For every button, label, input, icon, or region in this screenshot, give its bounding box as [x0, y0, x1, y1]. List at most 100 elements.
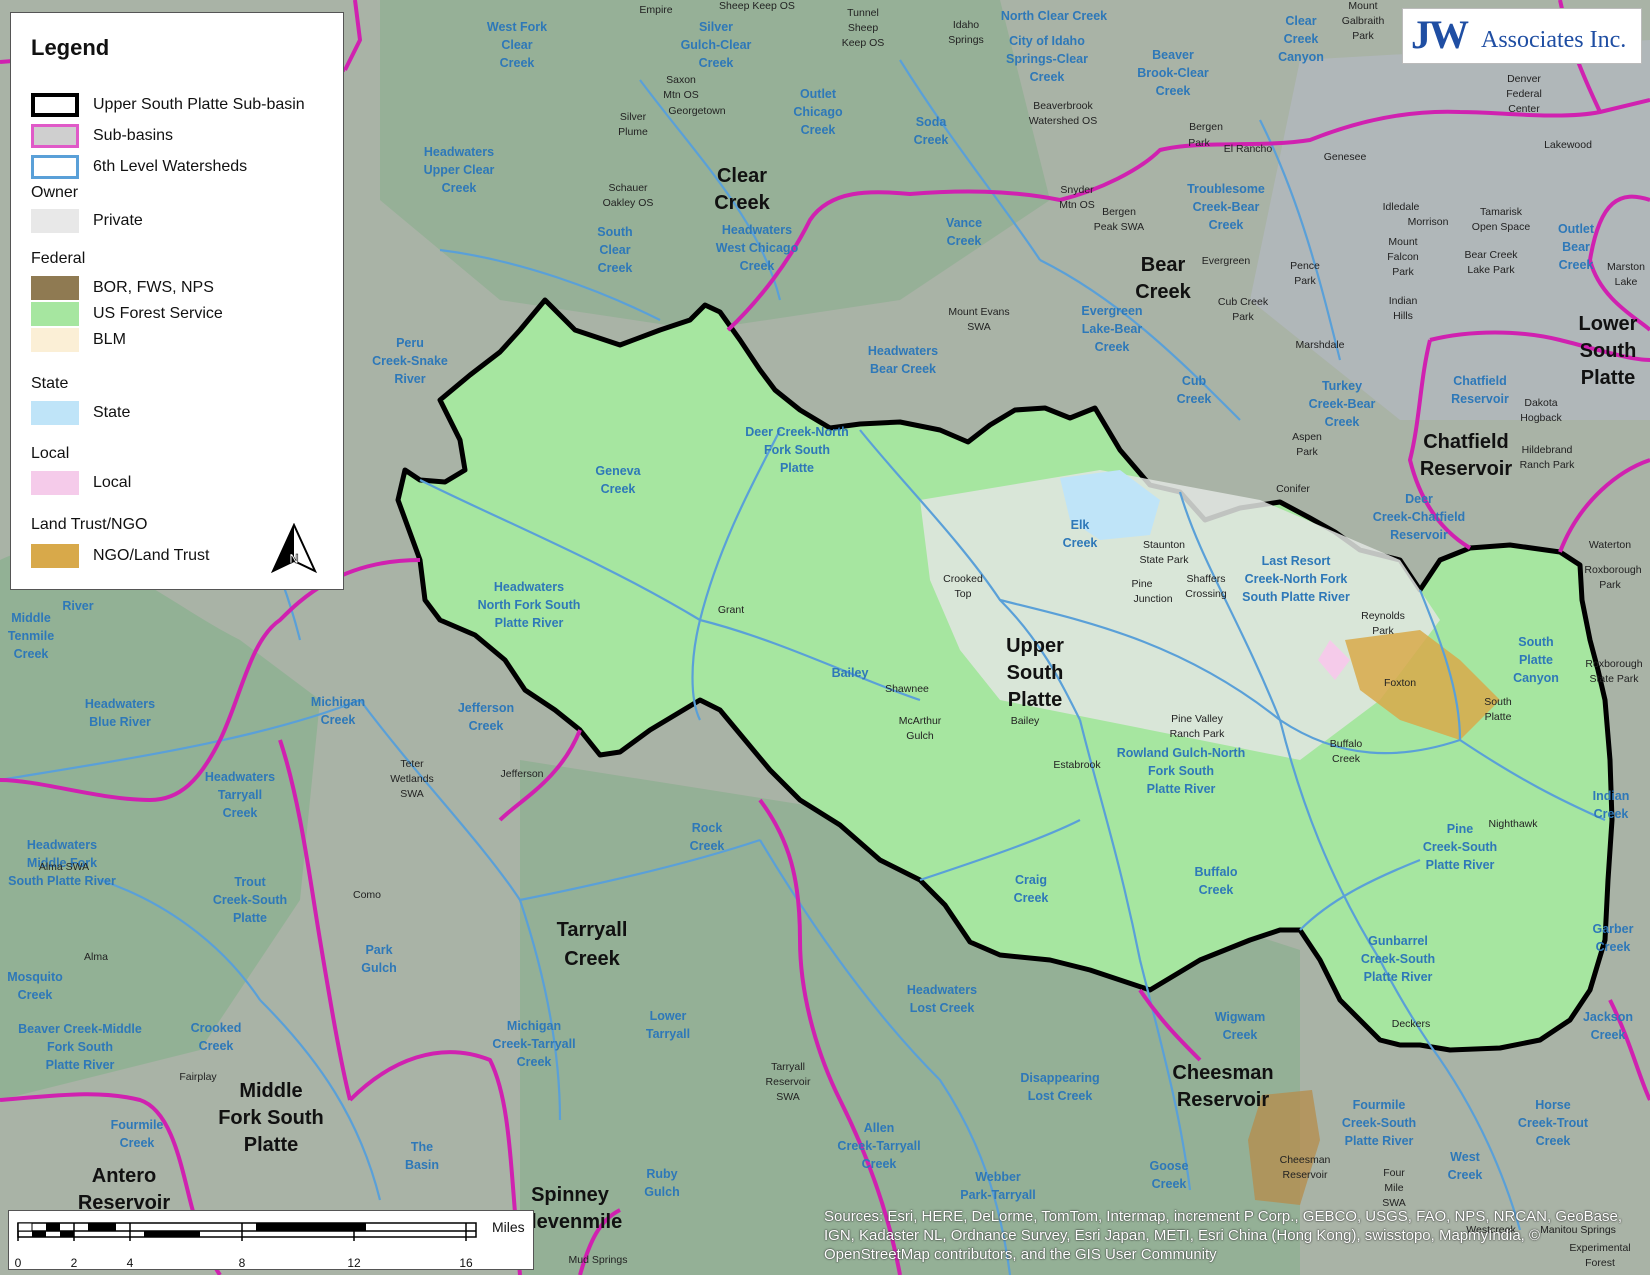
legend-panel: Legend Upper South Platte Sub-basin Sub-… [10, 12, 344, 590]
legend-heading-ngo: Land Trust/NGO [31, 516, 148, 533]
subbasin-label: Chatfield [1423, 431, 1509, 453]
place-label: Marshdale [1295, 339, 1344, 351]
watershed-label: Headwaters [27, 838, 97, 852]
watershed-label: Creek [1594, 807, 1629, 821]
watershed-label: Platte [780, 461, 814, 475]
place-label: Waterton [1589, 539, 1631, 551]
place-label: Park [1188, 137, 1210, 149]
watershed-label: River [62, 599, 93, 613]
watershed-label: Creek-North Fork [1245, 572, 1348, 586]
scale-bar: 0 2 4 8 12 16 Miles [8, 1210, 534, 1270]
place-label: Staunton [1143, 539, 1185, 551]
watershed-label: Chatfield [1453, 374, 1506, 388]
place-label: Como [353, 889, 381, 901]
subbasin-label: Lower [1579, 313, 1638, 335]
watershed-label: South Platte River [1242, 590, 1350, 604]
watershed-label: Platte River [1345, 1134, 1414, 1148]
legend-label-usfs: US Forest Service [93, 305, 223, 322]
watershed-label: Elk [1071, 518, 1090, 532]
place-label: Sheep [848, 22, 879, 34]
place-label: Peak SWA [1094, 221, 1144, 233]
watershed-label: Canyon [1278, 50, 1324, 64]
watershed-label: Fourmile [1353, 1098, 1406, 1112]
legend-label-state: State [93, 404, 131, 421]
watershed-label: Creek [442, 181, 477, 195]
legend-label-study-area: Upper South Platte Sub-basin [93, 96, 305, 113]
place-label: Tarryall [771, 1061, 805, 1073]
watershed-label: Park [365, 943, 392, 957]
watershed-label: Jefferson [458, 701, 514, 715]
watershed-label: Horse [1535, 1098, 1570, 1112]
watershed-label: Creek [1325, 415, 1360, 429]
watershed-label: Webber [975, 1170, 1021, 1184]
subbasin-label: Creek [1135, 281, 1191, 303]
legend-label-bor: BOR, FWS, NPS [93, 279, 214, 296]
place-label: State Park [1139, 554, 1189, 566]
watershed-label: Fork South [1148, 764, 1214, 778]
subbasin-label: Clear [717, 165, 767, 187]
watershed-label: Creek-Tarryall [837, 1139, 920, 1153]
legend-item-usfs: US Forest Service [31, 302, 223, 326]
watershed-label: Bear Creek [870, 362, 936, 376]
place-label: Empire [639, 4, 672, 16]
legend-swatch-watersheds [31, 155, 79, 179]
place-label: Junction [1133, 593, 1172, 605]
watershed-label: Fork South [47, 1040, 113, 1054]
place-label: Lake [1615, 276, 1638, 288]
watershed-label: Headwaters [494, 580, 564, 594]
watershed-label: Headwaters [85, 697, 155, 711]
subbasin-label: South [1007, 662, 1064, 684]
watershed-label: Creek [517, 1055, 552, 1069]
watershed-label: Creek [1199, 883, 1234, 897]
legend-item-local: Local [31, 471, 131, 495]
watershed-label: Michigan [507, 1019, 561, 1033]
legend-label-watersheds: 6th Level Watersheds [93, 158, 248, 175]
subbasin-label: Cheesman [1172, 1062, 1273, 1084]
watershed-label: Creek [18, 988, 53, 1002]
watershed-label: Creek [469, 719, 504, 733]
place-label: Plume [618, 126, 648, 138]
watershed-label: Gulch [644, 1185, 679, 1199]
place-label: Grant [718, 604, 744, 616]
subbasin-label: Creek [714, 192, 770, 214]
watershed-label: Crooked [191, 1021, 242, 1035]
scale-tick-2: 2 [70, 1256, 78, 1270]
watershed-label: Tarryall [218, 788, 262, 802]
watershed-label: Cub [1182, 374, 1207, 388]
place-label: Conifer [1276, 483, 1310, 495]
place-label: Nighthawk [1488, 818, 1538, 830]
place-label: Park [1294, 275, 1316, 287]
place-label: Denver [1507, 73, 1541, 85]
watershed-label: Creek [1284, 32, 1319, 46]
place-label: Indian [1389, 295, 1418, 307]
place-label: Gulch [906, 730, 934, 742]
watershed-label: Reservoir [1390, 528, 1448, 542]
legend-swatch-private [31, 209, 79, 233]
place-label: Pine Valley [1171, 713, 1224, 725]
place-label: Deckers [1392, 1018, 1431, 1030]
place-label: Park [1599, 579, 1621, 591]
watershed-label: South Platte River [8, 874, 116, 888]
watershed-label: Geneva [595, 464, 641, 478]
legend-heading-owner: Owner [31, 184, 79, 201]
place-label: Reservoir [1283, 1169, 1328, 1181]
watershed-label: Headwaters [907, 983, 977, 997]
place-label: Foxton [1384, 677, 1416, 689]
watershed-label: Rowland Gulch-North [1117, 746, 1245, 760]
watershed-label: North Fork South [478, 598, 581, 612]
watershed-label: Creek [862, 1157, 897, 1171]
watershed-label: Craig [1015, 873, 1047, 887]
watershed-label: Mosquito [7, 970, 63, 984]
place-label: Aspen [1292, 431, 1322, 443]
watershed-label: Creek [1156, 84, 1191, 98]
place-label: Mtn OS [1059, 199, 1095, 211]
place-label: Crossing [1185, 588, 1227, 600]
legend-heading-federal: Federal [31, 250, 86, 267]
place-label: Jefferson [501, 768, 544, 780]
watershed-label: Clear [1285, 14, 1316, 28]
place-label: Idaho [953, 19, 979, 31]
place-label: Tamarisk [1480, 206, 1523, 218]
watershed-label: Creek-Chatfield [1373, 510, 1465, 524]
place-label: Bear Creek [1464, 249, 1518, 261]
place-label: Center [1508, 103, 1540, 115]
